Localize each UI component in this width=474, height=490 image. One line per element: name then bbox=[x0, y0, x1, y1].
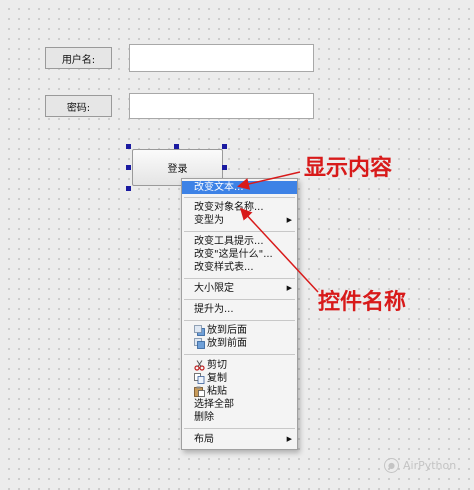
context-menu: 改变文本... 改变对象名称... 变型为 ▶ 改变工具提示... 改变"这是什… bbox=[181, 178, 298, 450]
submenu-arrow-icon: ▶ bbox=[286, 284, 292, 292]
username-input[interactable] bbox=[129, 44, 314, 72]
selection-handle-bottom-left[interactable] bbox=[126, 186, 131, 191]
submenu-arrow-icon: ▶ bbox=[286, 216, 292, 224]
menu-item-change-text[interactable]: 改变文本... bbox=[182, 181, 297, 194]
selection-handle-top-right[interactable] bbox=[222, 144, 227, 149]
menu-item-change-whats-this[interactable]: 改变"这是什么"... bbox=[182, 248, 297, 261]
menu-item-change-object-name[interactable]: 改变对象名称... bbox=[182, 201, 297, 214]
password-label-text: 密码: bbox=[66, 102, 91, 114]
selection-handle-top-left[interactable] bbox=[126, 144, 131, 149]
scissors-icon bbox=[194, 360, 205, 371]
menu-item-delete[interactable]: 删除 bbox=[182, 411, 297, 424]
menu-item-change-stylesheet[interactable]: 改变样式表... bbox=[182, 261, 297, 274]
wechat-icon: ● bbox=[384, 458, 399, 473]
selection-handle-middle-left[interactable] bbox=[126, 165, 131, 170]
send-to-back-icon bbox=[194, 325, 205, 336]
paste-icon bbox=[194, 386, 205, 397]
login-button-label: 登录 bbox=[167, 164, 188, 175]
menu-item-cut[interactable]: 剪切 bbox=[182, 359, 297, 372]
menu-item-paste[interactable]: 粘贴 bbox=[182, 385, 297, 398]
menu-item-change-tooltip[interactable]: 改变工具提示... bbox=[182, 235, 297, 248]
username-label: 用户名: bbox=[45, 47, 112, 69]
menu-item-layout[interactable]: 布局 ▶ bbox=[182, 433, 297, 446]
menu-separator bbox=[184, 278, 295, 279]
menu-separator bbox=[184, 299, 295, 300]
watermark: ● AirPython bbox=[384, 458, 456, 473]
menu-separator bbox=[184, 320, 295, 321]
password-input[interactable] bbox=[129, 93, 314, 119]
menu-item-select-all[interactable]: 选择全部 bbox=[182, 398, 297, 411]
annotation-display-content: 显示内容 bbox=[304, 156, 393, 181]
selection-handle-middle-right[interactable] bbox=[222, 165, 227, 170]
menu-item-copy[interactable]: 复制 bbox=[182, 372, 297, 385]
menu-item-size-constraints[interactable]: 大小限定 ▶ bbox=[182, 282, 297, 295]
username-label-text: 用户名: bbox=[61, 54, 96, 66]
menu-separator bbox=[184, 428, 295, 429]
copy-icon bbox=[194, 373, 205, 384]
menu-separator bbox=[184, 197, 295, 198]
selection-handle-top-center[interactable] bbox=[174, 144, 179, 149]
menu-item-promote-to[interactable]: 提升为... bbox=[182, 303, 297, 316]
annotation-control-name: 控件名称 bbox=[318, 290, 407, 315]
menu-separator bbox=[184, 231, 295, 232]
password-label: 密码: bbox=[45, 95, 112, 117]
menu-item-send-to-back[interactable]: 放到后面 bbox=[182, 324, 297, 337]
menu-separator bbox=[184, 354, 295, 355]
submenu-arrow-icon: ▶ bbox=[286, 435, 292, 443]
watermark-text: AirPython bbox=[403, 459, 457, 472]
bring-to-front-icon bbox=[194, 338, 205, 349]
menu-item-morph-into[interactable]: 变型为 ▶ bbox=[182, 214, 297, 227]
menu-item-bring-to-front[interactable]: 放到前面 bbox=[182, 337, 297, 350]
